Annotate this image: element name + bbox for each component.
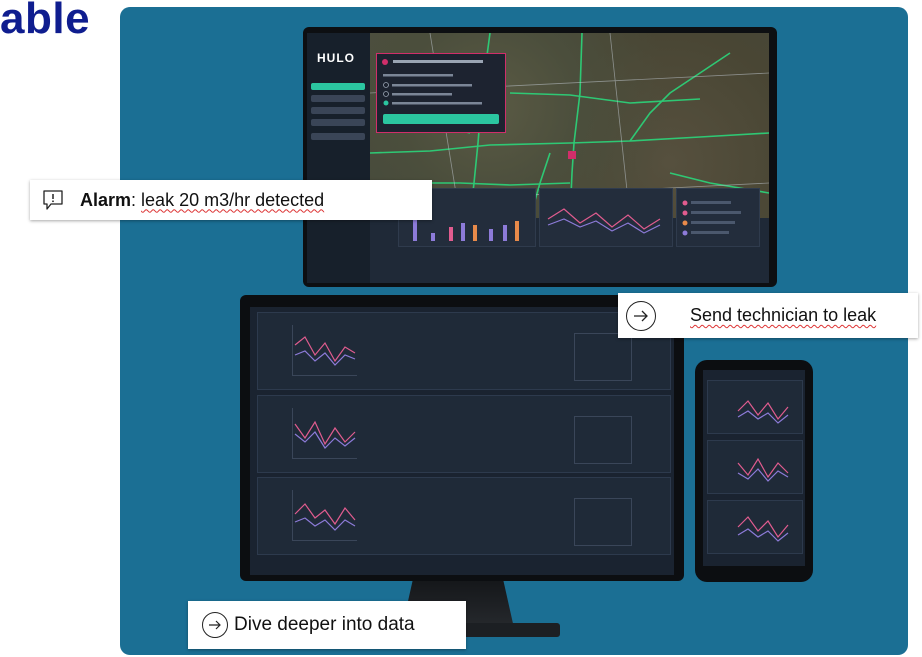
app-sidebar: HULO <box>307 33 370 283</box>
sidebar-item[interactable] <box>311 95 365 102</box>
sidebar-item[interactable] <box>311 107 365 114</box>
mobile-sensor-card[interactable] <box>707 500 803 554</box>
sidebar-item[interactable] <box>311 119 365 126</box>
line-mini-chart <box>547 208 661 234</box>
send-button[interactable] <box>383 114 499 124</box>
sidebar-item-active[interactable] <box>311 83 365 90</box>
slide-title-fragment: able <box>0 0 91 43</box>
sensor-row[interactable] <box>257 477 671 555</box>
send-technician-callout[interactable]: Send technician to leak <box>618 293 918 338</box>
circled-right-arrow-icon <box>626 300 656 331</box>
alarm-separator: : <box>131 189 142 210</box>
notifications-list <box>682 200 741 236</box>
sensor-row[interactable] <box>257 395 671 473</box>
alarm-label: Alarm <box>80 189 132 210</box>
dive-deeper-callout[interactable]: Dive deeper into data <box>188 601 466 649</box>
alarm-text: leak 20 m3/hr detected <box>141 189 325 210</box>
hulo-logo: HULO <box>317 51 355 65</box>
send-technician-text: Send technician to leak <box>690 305 877 325</box>
dive-deeper-text: Dive deeper into data <box>234 614 415 635</box>
counts-table <box>574 333 632 381</box>
mobile-sensor-card[interactable] <box>707 380 803 434</box>
sensor-trend-chart <box>292 490 357 541</box>
counts-table <box>574 498 632 546</box>
alarm-callout: Alarm : leak 20 m3/hr detected <box>30 180 432 220</box>
counts-table <box>574 416 632 464</box>
mobile-sensor-card[interactable] <box>707 440 803 494</box>
notifications-card <box>676 188 760 247</box>
sensor-row[interactable] <box>257 312 671 390</box>
circled-right-arrow-icon <box>202 612 228 638</box>
sensor-trend-chart <box>292 325 357 376</box>
sensor-line-card <box>539 188 673 247</box>
sidebar-item[interactable] <box>311 133 365 140</box>
sensor-trend-chart <box>292 408 357 459</box>
speech-bubble-exclamation-icon <box>42 189 64 211</box>
